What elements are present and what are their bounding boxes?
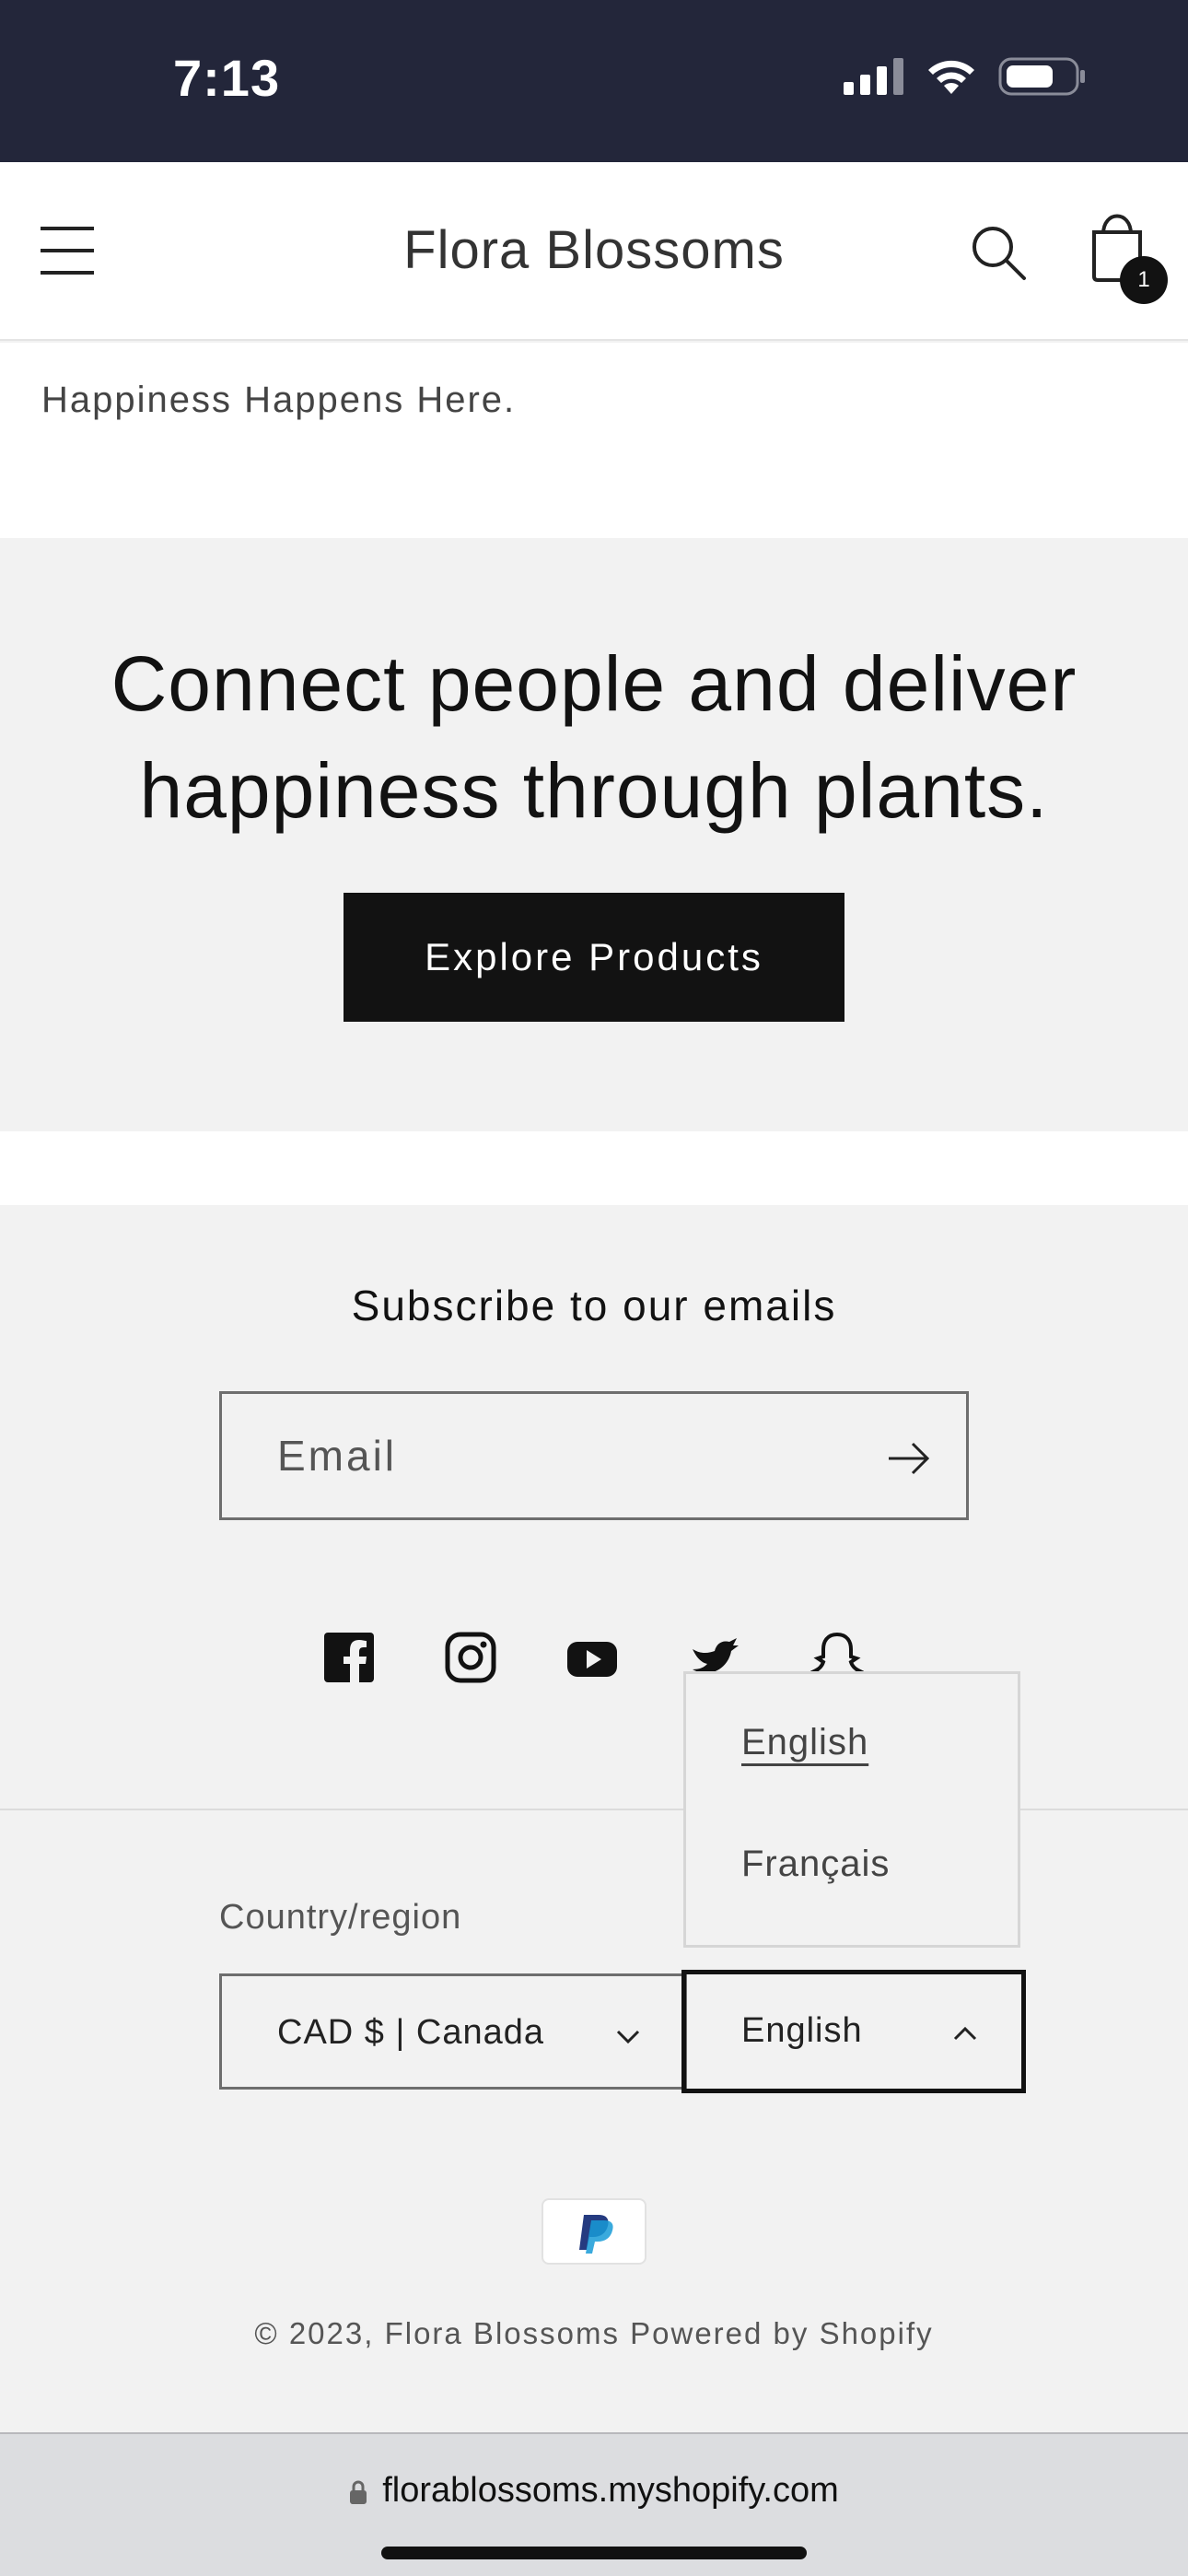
country-selected-value: CAD $ | Canada [277,2013,545,2052]
copyright-text: © 2023, Flora Blossoms Powered by Shopif… [254,2316,934,2350]
battery-icon [998,57,1085,96]
instagram-icon [445,1632,496,1683]
search-icon [973,227,1026,280]
country-selector[interactable]: CAD $ | Canada [219,1973,687,2090]
site-header: Flora Blossoms 1 [0,162,1188,341]
cart-button[interactable]: 1 [1085,206,1168,304]
facebook-icon [324,1633,374,1684]
section-spacer [0,1131,1188,1205]
language-dropdown-menu: English Français [683,1671,1020,1948]
paypal-icon [579,2215,613,2254]
footer: Subscribe to our emails Email Country/re… [0,1205,1188,2434]
lock-icon [350,2480,367,2504]
browser-address-bar[interactable]: florablossoms.myshopify.com [0,2432,1188,2576]
home-indicator[interactable] [381,2547,807,2559]
explore-products-button[interactable]: Explore Products [344,893,844,1022]
chevron-down-icon [616,2030,640,2044]
youtube-link[interactable] [565,1631,621,1686]
arrow-right-icon [889,1442,930,1475]
announcement-band: Happiness Happens Here. [0,343,1188,538]
signal-icon [844,58,903,95]
tagline-text: Happiness Happens Here. [41,380,517,420]
hero-title: Connect people and deliver happiness thr… [111,640,1077,834]
status-bar: 7:13 [0,0,1188,162]
country-region-label: Country/region [219,1898,462,1937]
search-button[interactable] [969,223,1028,282]
instagram-link[interactable] [444,1631,499,1686]
paypal-payment-icon [542,2198,646,2265]
facebook-link[interactable] [322,1631,378,1686]
language-selected-value: English [741,2011,863,2050]
language-selector[interactable]: English [681,1970,1026,2093]
status-icons [844,57,1087,96]
language-option-english[interactable]: English [741,1722,868,1763]
wifi-icon [928,60,974,94]
address-bar-url: florablossoms.myshopify.com [382,2471,839,2510]
youtube-icon [567,1642,617,1677]
chevron-up-icon [953,2026,977,2041]
cart-count-badge: 1 [1120,256,1168,304]
hero-banner: Connect people and deliver happiness thr… [0,538,1188,1131]
newsletter-title: Subscribe to our emails [351,1282,837,1329]
email-placeholder: Email [277,1432,398,1480]
subscribe-submit-button[interactable] [885,1434,933,1482]
status-time: 7:13 [173,49,281,107]
address-bar-url-wrapper: florablossoms.myshopify.com [0,2471,1188,2511]
language-option-francais[interactable]: Français [741,1844,890,1885]
email-field[interactable]: Email [219,1391,969,1520]
